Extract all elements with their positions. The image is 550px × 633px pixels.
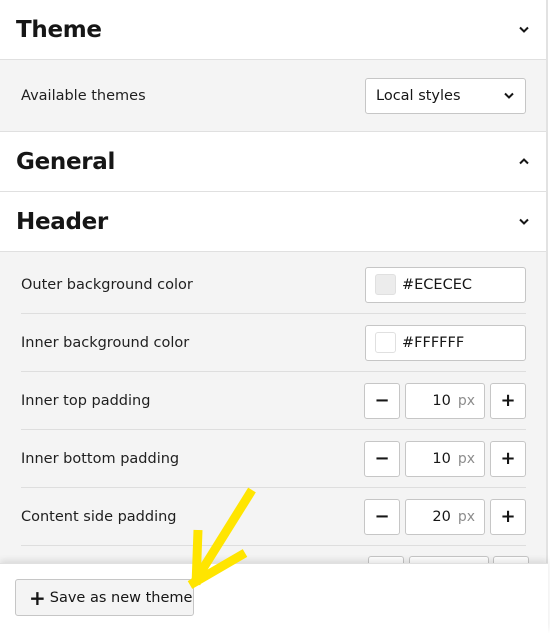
header-section-title: Header — [16, 208, 108, 235]
plus-icon: + — [29, 585, 46, 610]
chevron-up-icon[interactable] — [518, 156, 530, 168]
general-section-title: General — [16, 148, 116, 175]
property-label: Inner background color — [21, 334, 190, 351]
color-swatch[interactable] — [375, 274, 396, 295]
header-section-body: Outer background color #ECECEC Inner bac… — [0, 252, 546, 568]
inner-background-color-row: Inner background color #FFFFFF — [21, 314, 526, 372]
unit-label: px — [457, 508, 475, 525]
number-value: 10 — [432, 450, 451, 467]
decrement-button[interactable]: − — [364, 498, 400, 535]
theme-section-title: Theme — [16, 16, 102, 43]
unit-label: px — [457, 392, 475, 409]
content-side-padding-input[interactable]: 20 px — [405, 498, 485, 535]
content-side-padding-stepper: − 20 px + — [364, 498, 526, 535]
theme-section-body: Available themes Local styles — [0, 60, 546, 132]
outer-background-color-row: Outer background color #ECECEC — [21, 252, 526, 314]
inner-bottom-padding-input[interactable]: 10 px — [405, 440, 485, 477]
inner-top-padding-row: Inner top padding − 10 px + — [21, 372, 526, 430]
available-themes-select[interactable]: Local styles — [365, 77, 526, 114]
outer-background-color-input[interactable]: #ECECEC — [365, 266, 526, 303]
unit-label: px — [457, 450, 475, 467]
chevron-down-icon[interactable] — [518, 24, 530, 36]
number-value: 10 — [432, 392, 451, 409]
theme-settings-panel: Theme Available themes Local styles Gene… — [0, 0, 548, 633]
content-side-padding-row: Content side padding − 20 px + — [21, 488, 526, 546]
color-hex-value: #FFFFFF — [402, 334, 465, 351]
increment-button[interactable]: + — [490, 498, 526, 535]
inner-top-padding-stepper: − 10 px + — [364, 382, 526, 419]
increment-button[interactable]: + — [490, 440, 526, 477]
panel-footer: + Save as new theme — [0, 563, 548, 633]
header-section-header[interactable]: Header — [0, 192, 546, 252]
theme-section-header[interactable]: Theme — [0, 0, 546, 60]
decrement-button[interactable]: − — [364, 440, 400, 477]
property-label: Inner bottom padding — [21, 450, 180, 467]
chevron-down-icon — [503, 90, 515, 102]
increment-button[interactable]: + — [490, 382, 526, 419]
color-hex-value: #ECECEC — [402, 276, 473, 293]
property-label: Inner top padding — [21, 392, 151, 409]
chevron-down-icon[interactable] — [518, 216, 530, 228]
inner-bottom-padding-row: Inner bottom padding − 10 px + — [21, 430, 526, 488]
decrement-button[interactable]: − — [364, 382, 400, 419]
available-themes-label: Available themes — [21, 87, 146, 104]
inner-background-color-input[interactable]: #FFFFFF — [365, 324, 526, 361]
inner-top-padding-input[interactable]: 10 px — [405, 382, 485, 419]
general-section-header[interactable]: General — [0, 132, 546, 192]
property-label: Outer background color — [21, 276, 193, 293]
save-as-new-theme-label: Save as new theme — [49, 589, 193, 606]
color-swatch[interactable] — [375, 332, 396, 353]
available-themes-value: Local styles — [376, 87, 461, 104]
save-as-new-theme-button[interactable]: + Save as new theme — [15, 579, 194, 616]
number-value: 20 — [432, 508, 451, 525]
inner-bottom-padding-stepper: − 10 px + — [364, 440, 526, 477]
property-label: Content side padding — [21, 508, 177, 525]
